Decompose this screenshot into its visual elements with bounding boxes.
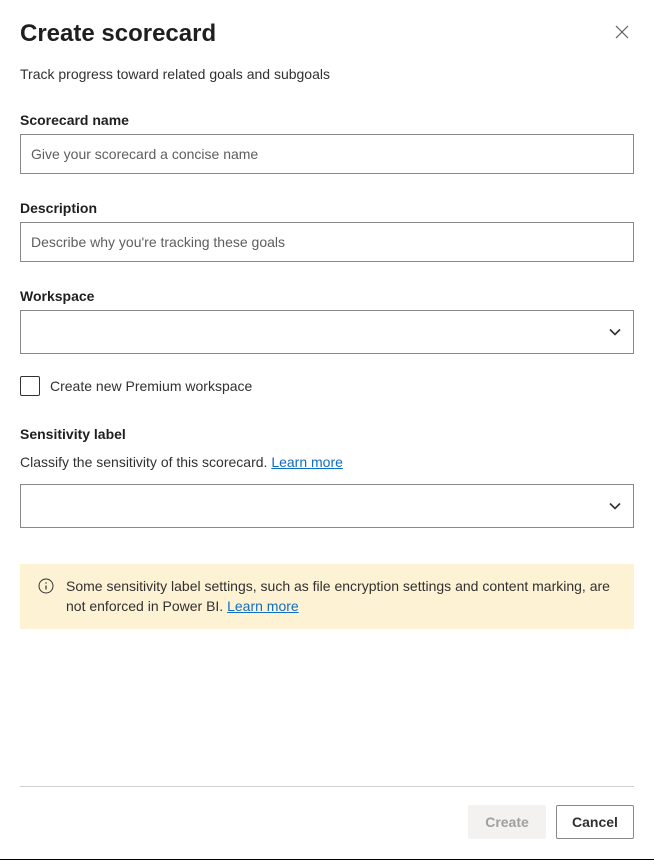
dialog-header: Create scorecard (20, 20, 634, 48)
scorecard-name-label: Scorecard name (20, 112, 634, 128)
spacer (20, 629, 634, 786)
description-input[interactable] (20, 222, 634, 262)
sensitivity-label: Sensitivity label (20, 426, 634, 442)
dialog-title: Create scorecard (20, 20, 216, 48)
dialog-subtitle: Track progress toward related goals and … (20, 66, 634, 82)
sensitivity-select-wrap (20, 484, 634, 532)
sensitivity-info-box: Some sensitivity label settings, such as… (20, 564, 634, 629)
sensitivity-helper-text: Classify the sensitivity of this scoreca… (20, 454, 271, 470)
workspace-select[interactable] (20, 310, 634, 354)
sensitivity-helper: Classify the sensitivity of this scoreca… (20, 454, 634, 470)
info-icon (38, 578, 54, 594)
create-scorecard-dialog: Create scorecard Track progress toward r… (0, 0, 654, 859)
sensitivity-select[interactable] (20, 484, 634, 528)
info-text: Some sensitivity label settings, such as… (66, 576, 620, 617)
sensitivity-learn-more-link[interactable]: Learn more (271, 454, 343, 470)
create-workspace-checkbox-row: Create new Premium workspace (20, 376, 634, 396)
close-icon (614, 24, 630, 43)
close-button[interactable] (610, 20, 634, 47)
scorecard-name-input[interactable] (20, 134, 634, 174)
info-text-content: Some sensitivity label settings, such as… (66, 578, 610, 614)
create-workspace-checkbox[interactable] (20, 376, 40, 396)
workspace-label: Workspace (20, 288, 634, 304)
cancel-button[interactable]: Cancel (556, 805, 634, 839)
workspace-select-wrap (20, 310, 634, 358)
dialog-footer: Create Cancel (20, 786, 634, 839)
description-label: Description (20, 200, 634, 216)
create-workspace-checkbox-label: Create new Premium workspace (50, 378, 252, 394)
create-button[interactable]: Create (468, 805, 546, 839)
info-learn-more-link[interactable]: Learn more (227, 598, 299, 614)
